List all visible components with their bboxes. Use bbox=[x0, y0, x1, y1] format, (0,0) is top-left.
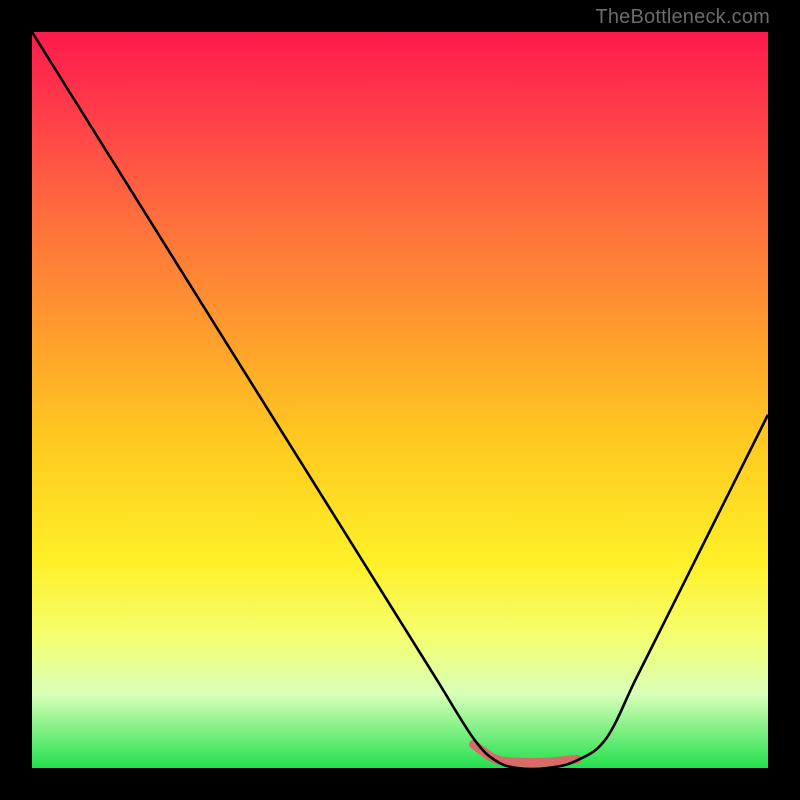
bottom-highlight bbox=[474, 744, 577, 762]
main-curve bbox=[32, 32, 768, 768]
curve-svg bbox=[32, 32, 768, 768]
plot-area bbox=[32, 32, 768, 768]
watermark-text: TheBottleneck.com bbox=[595, 6, 770, 29]
chart-frame: TheBottleneck.com bbox=[0, 0, 800, 800]
